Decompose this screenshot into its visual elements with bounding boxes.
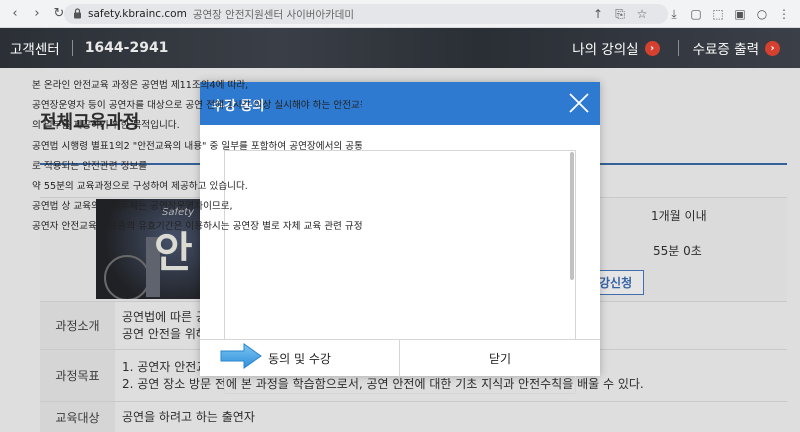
close-button[interactable]: 닫기 <box>399 340 600 377</box>
my-classroom-label: 나의 강의실 <box>572 42 639 58</box>
consent-line: 본 온라인 안전교육 과정은 공연법 제11조의4에 따라, <box>32 80 249 91</box>
star-icon[interactable]: ☆ <box>634 5 650 23</box>
header-divider <box>677 40 679 56</box>
chevron-right-icon: › <box>765 40 780 56</box>
screenshot-icon[interactable]: ⬚ <box>710 5 726 23</box>
consent-line: 공연법 시행령 별표1의2 "안전교육의 내용" 중 일부를 포함하여 공연장에… <box>32 140 362 152</box>
forward-icon[interactable]: › <box>28 5 46 23</box>
url-title: 공연장 안전지원센터 사이버아카데미 <box>192 8 355 21</box>
download-icon[interactable]: ⤓ <box>666 5 682 23</box>
translate-icon[interactable]: ⎘ <box>612 5 628 23</box>
address-bar[interactable]: safety.kbrainc.com 공연장 안전지원센터 사이버아카데미 <box>64 4 668 24</box>
lock-icon <box>74 8 81 19</box>
my-classroom-link[interactable]: 나의 강의실 › <box>572 38 660 58</box>
consent-line: 의 일부를 제공하기 위한 목적입니다. <box>32 120 180 132</box>
support-phone: 1644-2941 <box>84 40 169 56</box>
close-icon[interactable] <box>567 91 591 115</box>
extension-icon[interactable]: ▣ <box>732 5 748 23</box>
consent-line: 공연장운영자 등이 공연자를 대상으로 공연 전에 1시간 이상 실시해야 하는… <box>32 100 362 112</box>
certificate-link[interactable]: 수료증 출력 › <box>693 38 780 58</box>
header-divider <box>71 40 73 56</box>
certificate-label: 수료증 출력 <box>692 42 759 58</box>
arrow-right-icon <box>220 343 262 369</box>
consent-line: 공연자 안전교육 수료증의 유효기간은 이용하시는 공연장 별로 자체 교육 관… <box>32 221 362 233</box>
consent-scrollbar[interactable] <box>570 152 574 280</box>
media-icon[interactable]: ▢ <box>688 5 704 23</box>
consent-text: 본 온라인 안전교육 과정은 공연법 제11조의4에 따라, 공연장운영자 등이… <box>32 76 362 238</box>
site-header: 고객센터 1644-2941 나의 강의실 › 수료증 출력 › <box>0 28 800 68</box>
browser-toolbar: ‹ › ↻ N safety.kbrainc.com 공연장 안전지원센터 사이… <box>0 0 800 28</box>
chevron-right-icon: › <box>644 40 660 56</box>
consent-line: 약 55분의 교육과정으로 구성하여 제공하고 있습니다. <box>32 181 248 193</box>
support-label: 고객센터 <box>10 42 60 58</box>
back-icon[interactable]: ‹ <box>6 5 24 23</box>
menu-icon[interactable]: ⋮ <box>776 5 792 23</box>
consent-line: 로 적용되는 안전관련 정보를 <box>32 160 148 172</box>
url-host: safety.kbrainc.com <box>88 8 187 20</box>
consent-line: 공연법 상 교육의 시행주체는 공연장운영자이므로, <box>32 201 233 213</box>
share-icon[interactable]: ↑ <box>590 5 606 23</box>
profile-icon[interactable]: ○ <box>754 5 770 23</box>
